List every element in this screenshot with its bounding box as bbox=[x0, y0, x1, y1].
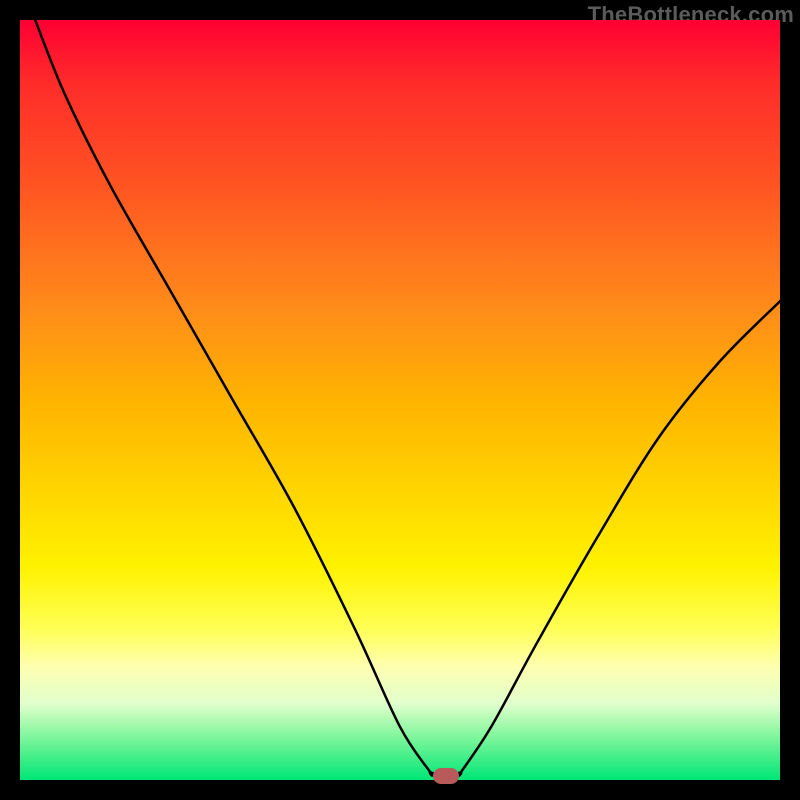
optimal-marker bbox=[433, 768, 459, 784]
plot-area bbox=[20, 20, 780, 780]
bottleneck-curve bbox=[20, 20, 780, 780]
chart-frame: TheBottleneck.com bbox=[0, 0, 800, 800]
